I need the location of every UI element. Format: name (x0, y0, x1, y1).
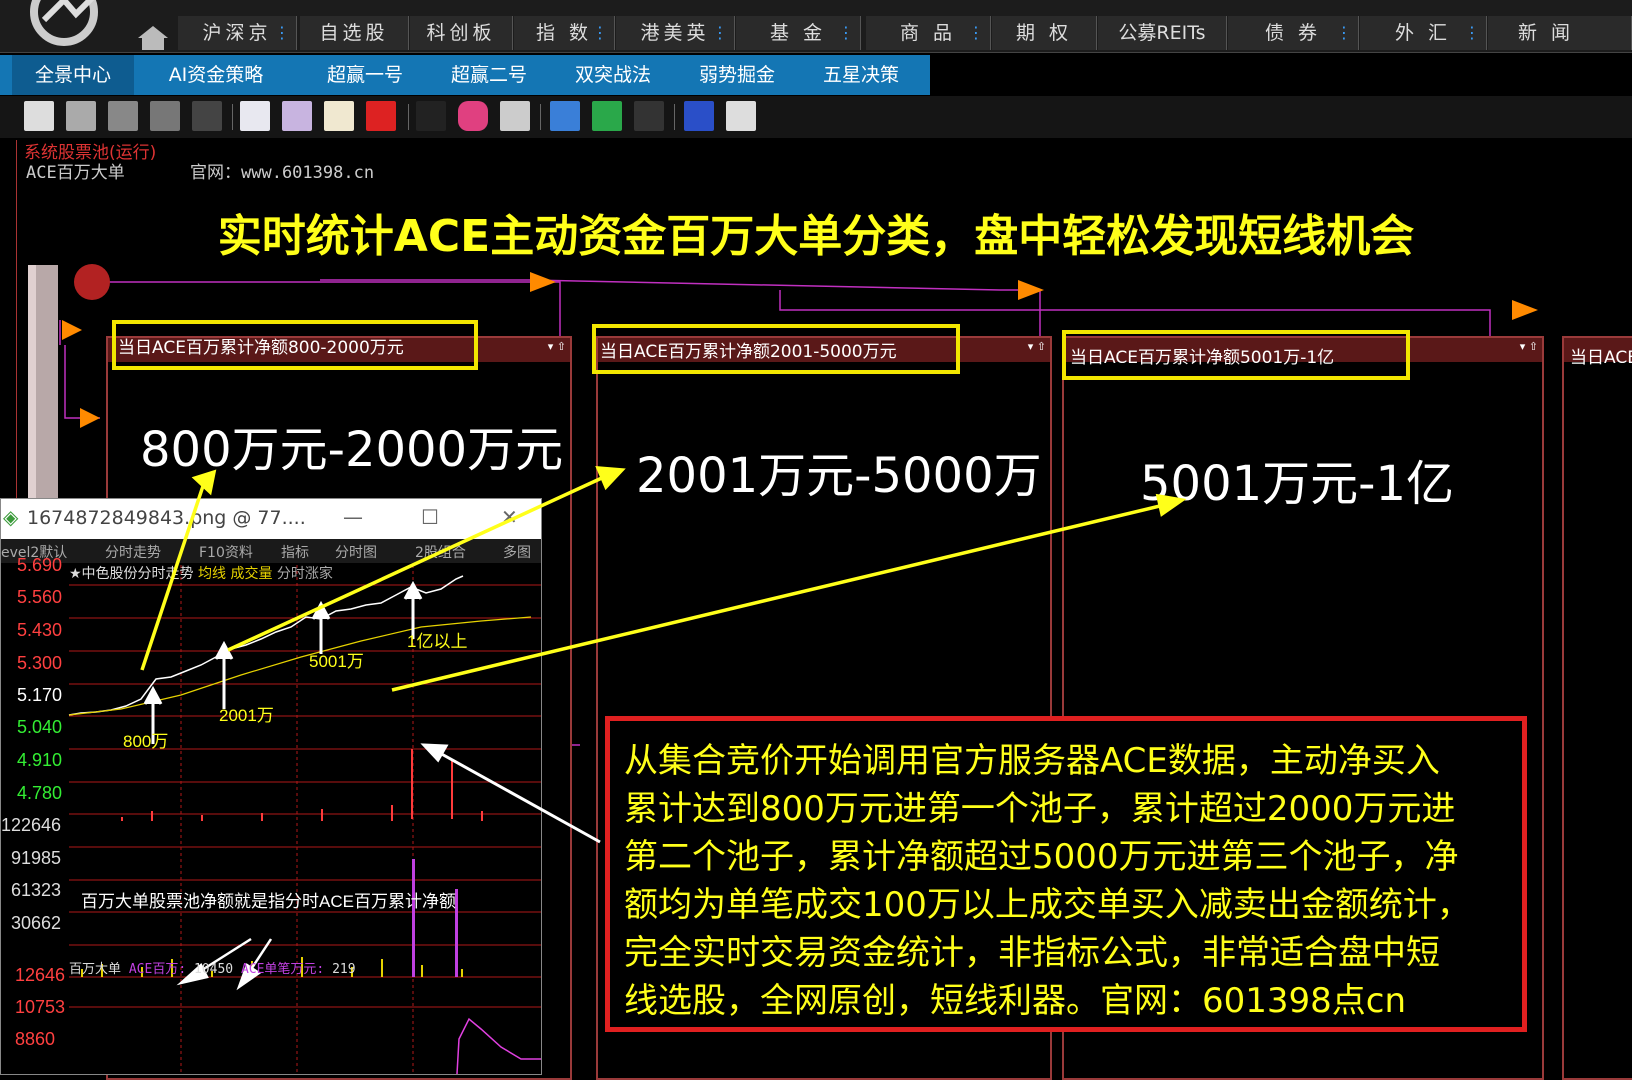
volume-label: 61323 (11, 880, 62, 900)
explain-line: 从集合竞价开始调用官方服务器ACE数据，主动净买入 (624, 741, 1440, 781)
pool-2-range: 2001万元-5000万 (636, 448, 1042, 504)
price-label: 5.560 (17, 587, 63, 607)
pool-2-label: 当日ACE百万累计净额2001-5000万元 (600, 342, 897, 362)
volume-label: 91985 (11, 848, 62, 868)
volume-label: 30662 (11, 913, 62, 933)
ace-status-bar: 百万大单 ACE百万: 10450 ACE单笔万元: 219 (69, 962, 356, 977)
price-label: 4.910 (17, 750, 63, 770)
flow-node-icon[interactable] (530, 272, 556, 292)
price-label: 5.040 (17, 717, 63, 737)
pool-controls-icon[interactable]: ▾ ⇧ (1520, 340, 1538, 353)
explain-line: 额均为单笔成交100万以上成交单买入减卖出金额统计， (624, 885, 1471, 925)
flow-node-icon[interactable] (80, 408, 100, 428)
price-label: 4.780 (17, 783, 63, 803)
annotation-2001: 2001万 (219, 706, 274, 725)
annotation-800: 800万 (123, 732, 169, 751)
pool-4-label: 当日ACE (1570, 348, 1632, 368)
explanation-box: 从集合竞价开始调用官方服务器ACE数据，主动净买入 累计达到800万元进第一个池… (605, 716, 1527, 1032)
pool-net-note: 百万大单股票池净额就是指分时ACE百万累计净额 (81, 892, 456, 911)
ace-label: 8860 (15, 1029, 56, 1049)
pool-3-label: 当日ACE百万累计净额5001万-1亿 (1070, 348, 1335, 368)
price-label: 5.170 (17, 685, 63, 705)
price-label: 5.300 (17, 653, 63, 673)
annotation-1yi: 1亿以上 (407, 632, 468, 651)
explain-line: 第二个池子，累计净额超过5000万元进第三个池子，净 (624, 837, 1459, 877)
explain-line: 累计达到800万元进第一个池子，累计超过2000万元进 (624, 789, 1456, 829)
annotation-5001: 5001万 (309, 652, 364, 671)
pool-controls-icon[interactable]: ▾ ⇧ (548, 340, 566, 353)
price-label: 5.690 (17, 555, 63, 575)
explain-line: 完全实时交易资金统计，非指标公式，非常适合盘中短 (624, 933, 1440, 973)
flow-node-icon[interactable] (1512, 300, 1538, 320)
pool-controls-icon[interactable]: ▾ ⇧ (1028, 340, 1046, 353)
explain-line: 线选股，全网原创，短线利器。官网：601398点cn (624, 981, 1407, 1021)
start-node-icon[interactable] (74, 264, 110, 300)
stock-pool-4[interactable] (1562, 336, 1632, 1080)
price-label: 5.430 (17, 620, 63, 640)
flow-node-icon[interactable] (62, 320, 82, 340)
ace-label: 10753 (15, 997, 66, 1017)
intraday-chart (68, 565, 541, 1074)
pool-3-range: 5001万元-1亿 (1140, 456, 1455, 512)
inset-window[interactable]: ◈ 1674872849843.png @ 77.... — ☐ ✕ evel2… (0, 498, 542, 1075)
ace-label: 12646 (15, 965, 66, 985)
pool-1-label: 当日ACE百万累计净额800-2000万元 (118, 338, 404, 358)
pool-1-range: 800万元-2000万元 (140, 422, 564, 478)
volume-label: 122646 (1, 815, 62, 835)
